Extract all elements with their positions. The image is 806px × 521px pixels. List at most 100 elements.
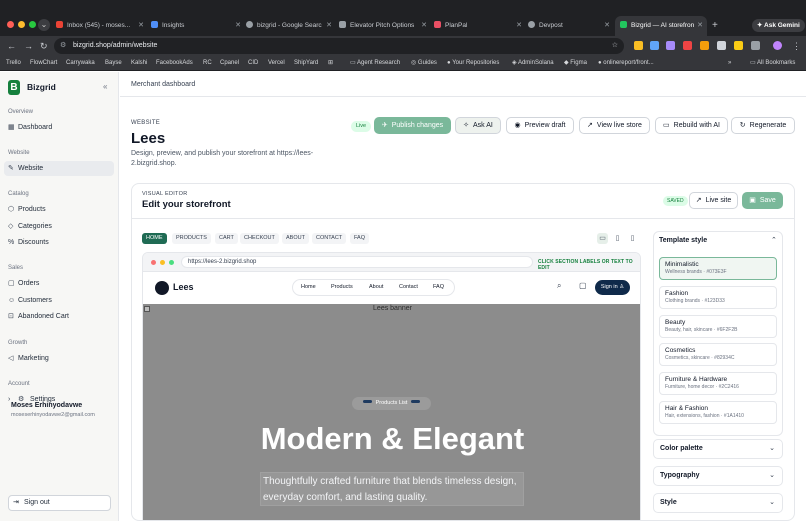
close-tab-icon[interactable]: ✕ — [421, 18, 427, 33]
tab-cart[interactable]: CART — [215, 233, 238, 244]
tab-search-button[interactable]: ⌄ — [38, 19, 50, 31]
close-tab-icon[interactable]: ✕ — [235, 18, 241, 33]
preview-draft-button[interactable]: ◉ Preview draft — [506, 117, 574, 134]
save-button[interactable]: ▣ Save — [742, 192, 783, 209]
bookmark-item[interactable]: ◈ AdminSolana — [512, 56, 554, 71]
extension-icon[interactable] — [650, 41, 659, 50]
site-info-icon[interactable]: ⚙ — [60, 38, 66, 54]
extension-icon[interactable] — [734, 41, 743, 50]
store-menu-contact[interactable]: Contact — [399, 280, 418, 295]
bookmark-item[interactable]: FlowChart — [30, 56, 57, 71]
hero-subtext[interactable]: Thoughtfully crafted furniture that blen… — [260, 472, 524, 506]
store-name[interactable]: Lees — [173, 282, 194, 292]
products-list-badge[interactable]: Products List — [352, 397, 431, 410]
close-tab-icon[interactable]: ✕ — [326, 18, 332, 33]
browser-tab-active[interactable]: Bizgrid — AI storefron ✕ — [615, 16, 707, 36]
template-style-title[interactable]: Template style — [659, 237, 707, 244]
browser-tab[interactable]: Devpost ✕ — [528, 18, 610, 33]
menu-kebab-icon[interactable]: ⋮ — [792, 40, 801, 52]
bag-icon[interactable]: ▢ — [579, 281, 587, 290]
tab-products[interactable]: PRODUCTS — [172, 233, 211, 244]
sidebar-item-abandoned-cart[interactable]: ⊡ Abandoned Cart — [4, 309, 114, 324]
profile-avatar[interactable] — [773, 41, 782, 50]
bookmark-item[interactable]: Trello — [6, 56, 21, 71]
chevron-up-icon[interactable]: ⌃ — [771, 236, 777, 244]
bookmark-item[interactable]: FacebookAds — [156, 56, 193, 71]
tab-about[interactable]: ABOUT — [282, 233, 309, 244]
store-logo[interactable] — [155, 281, 169, 295]
close-tab-icon[interactable]: ✕ — [604, 18, 610, 33]
template-option-furniture[interactable]: Furniture & Hardware Furniture, home deco… — [659, 372, 777, 395]
browser-tab[interactable]: Inbox (545) - moses... ✕ — [56, 18, 144, 33]
bookmark-item[interactable]: Bayse — [105, 56, 122, 71]
back-icon[interactable]: ← — [7, 40, 16, 52]
close-window-button[interactable] — [7, 21, 14, 28]
reload-icon[interactable]: ↻ — [40, 40, 48, 52]
extension-icon[interactable] — [634, 41, 643, 50]
tab-home[interactable]: HOME — [142, 233, 167, 244]
rebuild-with-ai-button[interactable]: ▭ Rebuild with AI — [655, 117, 728, 134]
bookmark-folder[interactable]: ▭ Agent Research — [350, 56, 400, 71]
sidebar-item-customers[interactable]: ☺ Customers — [4, 293, 114, 308]
tab-checkout[interactable]: CHECKOUT — [240, 233, 279, 244]
browser-tab[interactable]: Insights ✕ — [151, 18, 241, 33]
extension-icon[interactable] — [717, 41, 726, 50]
ask-gemini-button[interactable]: ✦ Ask Gemini — [752, 19, 805, 32]
sidebar-item-categories[interactable]: ◇ Categories — [4, 219, 114, 234]
bookmark-item[interactable]: ◎ Guides — [411, 56, 437, 71]
view-live-store-button[interactable]: ↗ View live store — [579, 117, 650, 134]
hero-banner[interactable]: Lees banner Products List Modern & Elega… — [143, 304, 640, 520]
template-option-minimalistic[interactable]: Minimalistic Wellness brands · #073E3F — [659, 257, 777, 280]
template-option-hair-fashion[interactable]: Hair & Fashion Hair, extensions, fashion … — [659, 401, 777, 424]
extension-icon[interactable] — [700, 41, 709, 50]
all-bookmarks[interactable]: ▭ All Bookmarks — [750, 56, 795, 71]
bookmark-item[interactable]: ● Your Repositories — [447, 56, 499, 71]
store-menu-home[interactable]: Home — [301, 280, 316, 295]
new-tab-button[interactable]: + — [712, 18, 718, 33]
template-option-cosmetics[interactable]: Cosmetics Cosmetics, skincare · #82934C — [659, 343, 777, 366]
sidebar-item-marketing[interactable]: ◁ Marketing — [4, 351, 114, 366]
minimize-window-button[interactable] — [18, 21, 25, 28]
bookmark-star-icon[interactable]: ☆ — [612, 38, 618, 54]
sidebar-item-products[interactable]: ⬡ Products — [4, 202, 114, 217]
ask-ai-button[interactable]: ✧ Ask AI — [455, 117, 501, 134]
browser-tab[interactable]: Elevator Pitch Options ✕ — [339, 18, 427, 33]
store-menu-products[interactable]: Products — [331, 280, 353, 295]
extension-icon[interactable] — [666, 41, 675, 50]
tab-contact[interactable]: CONTACT — [312, 233, 347, 244]
close-tab-icon[interactable]: ✕ — [516, 18, 522, 33]
close-tab-icon[interactable]: ✕ — [697, 16, 703, 36]
search-icon[interactable]: ⌕ — [557, 281, 561, 291]
store-menu-faq[interactable]: FAQ — [433, 280, 444, 295]
browser-tab[interactable]: PlanPal ✕ — [434, 18, 522, 33]
bookmark-item[interactable]: Carrywaka — [66, 56, 95, 71]
bookmark-item[interactable]: ● onlinereport/front... — [598, 56, 654, 71]
store-menu-about[interactable]: About — [369, 280, 383, 295]
close-tab-icon[interactable]: ✕ — [138, 18, 144, 33]
extension-icon[interactable] — [683, 41, 692, 50]
bookmarks-overflow-icon[interactable]: » — [728, 56, 731, 71]
url-bar[interactable]: ⚙ bizgrid.shop/admin/website ☆ — [54, 38, 624, 54]
sign-out-button[interactable]: ⇥ Sign out — [8, 495, 111, 511]
tablet-view-icon[interactable]: ▯ — [612, 233, 623, 244]
bookmark-item[interactable]: CID — [248, 56, 258, 71]
sidebar-item-discounts[interactable]: % Discounts — [4, 235, 114, 250]
live-site-button[interactable]: ↗ Live site — [689, 192, 738, 209]
mobile-view-icon[interactable]: ▯ — [627, 233, 638, 244]
template-option-beauty[interactable]: Beauty Beauty, hair, skincare · #6F2F2B — [659, 315, 777, 338]
hero-headline[interactable]: Modern & Elegant — [143, 421, 640, 457]
extensions-puzzle-icon[interactable] — [751, 41, 760, 50]
style-accordion[interactable]: Style ⌄ — [653, 493, 783, 513]
browser-tab[interactable]: bizgrid - Google Searc ✕ — [246, 18, 332, 33]
maximize-window-button[interactable] — [29, 21, 36, 28]
regenerate-button[interactable]: ↻ Regenerate — [731, 117, 795, 134]
tab-faq[interactable]: FAQ — [350, 233, 370, 244]
bookmark-item[interactable]: Vercel — [268, 56, 285, 71]
apps-grid-icon[interactable]: ⊞ — [328, 56, 333, 71]
sign-in-button[interactable]: Sign in ♙ — [595, 280, 630, 295]
collapse-sidebar-icon[interactable]: « — [103, 82, 107, 91]
bookmark-item[interactable]: ◆ Figma — [564, 56, 587, 71]
desktop-view-icon[interactable]: ▭ — [597, 233, 608, 244]
sidebar-item-website[interactable]: ✎ Website — [4, 161, 114, 176]
bookmark-item[interactable]: RC — [203, 56, 212, 71]
